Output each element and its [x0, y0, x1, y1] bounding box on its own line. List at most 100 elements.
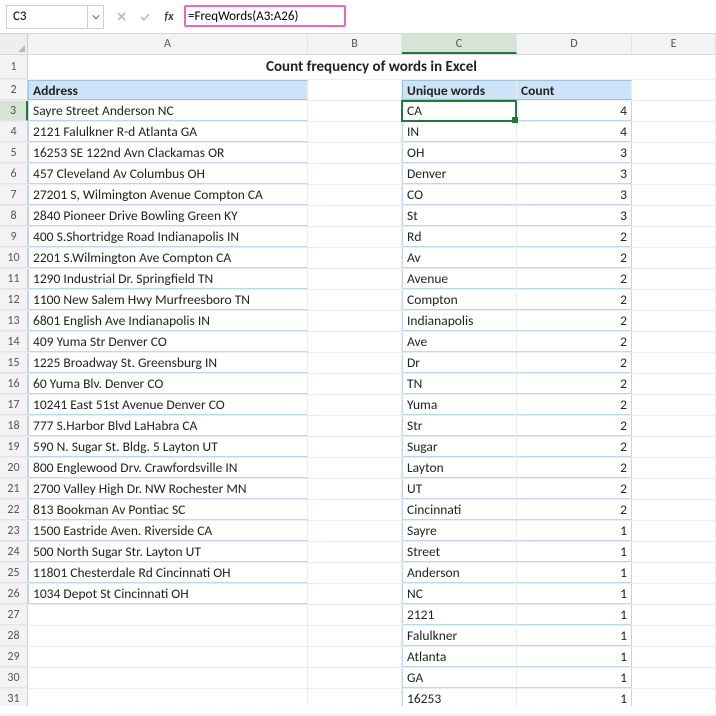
- cell[interactable]: [308, 311, 402, 331]
- row-header[interactable]: 2: [0, 80, 28, 100]
- row-header[interactable]: 29: [0, 647, 28, 667]
- col-header-E[interactable]: E: [632, 34, 716, 54]
- word-cell[interactable]: Compton: [402, 290, 517, 310]
- address-cell[interactable]: 2700 Valley High Dr. NW Rochester MN: [28, 479, 308, 499]
- address-cell[interactable]: 10241 East 51st Avenue Denver CO: [28, 395, 308, 415]
- address-cell[interactable]: 1225 Broadway St. Greensburg IN: [28, 353, 308, 373]
- row-header[interactable]: 9: [0, 227, 28, 247]
- address-cell[interactable]: [28, 668, 308, 688]
- cell[interactable]: [632, 500, 716, 520]
- cell[interactable]: [632, 647, 716, 667]
- word-cell[interactable]: Denver: [402, 164, 517, 184]
- address-cell[interactable]: 2201 S.Wilmington Ave Compton CA: [28, 248, 308, 268]
- count-cell[interactable]: 4: [517, 122, 632, 142]
- word-cell[interactable]: Sugar: [402, 437, 517, 457]
- enter-formula-button[interactable]: [134, 6, 156, 28]
- address-cell[interactable]: 27201 S, Wilmington Avenue Compton CA: [28, 185, 308, 205]
- cell[interactable]: [308, 542, 402, 562]
- col-header-C[interactable]: C: [402, 34, 517, 54]
- address-cell[interactable]: 1500 Eastride Aven. Riverside CA: [28, 521, 308, 541]
- row-header[interactable]: 22: [0, 500, 28, 520]
- word-cell[interactable]: TN: [402, 374, 517, 394]
- word-cell[interactable]: Avenue: [402, 269, 517, 289]
- row-header[interactable]: 17: [0, 395, 28, 415]
- count-cell[interactable]: 2: [517, 290, 632, 310]
- cancel-formula-button[interactable]: [110, 6, 132, 28]
- col-header-B[interactable]: B: [308, 34, 402, 54]
- word-cell[interactable]: St: [402, 206, 517, 226]
- count-cell[interactable]: 2: [517, 332, 632, 352]
- cell[interactable]: [632, 458, 716, 478]
- cell[interactable]: [308, 122, 402, 142]
- cell[interactable]: [308, 374, 402, 394]
- address-cell[interactable]: 400 S.Shortridge Road Indianapolis IN: [28, 227, 308, 247]
- word-cell[interactable]: Sayre: [402, 521, 517, 541]
- formula-input[interactable]: [184, 9, 716, 24]
- word-cell[interactable]: Indianapolis: [402, 311, 517, 331]
- cell[interactable]: [632, 248, 716, 268]
- cell[interactable]: [308, 647, 402, 667]
- count-cell[interactable]: 1: [517, 626, 632, 646]
- row-header[interactable]: 8: [0, 206, 28, 226]
- cell[interactable]: [632, 584, 716, 604]
- cell[interactable]: [308, 185, 402, 205]
- count-cell[interactable]: 1: [517, 647, 632, 667]
- cell[interactable]: [308, 458, 402, 478]
- address-cell[interactable]: [28, 605, 308, 625]
- cell[interactable]: [308, 437, 402, 457]
- word-cell[interactable]: CO: [402, 185, 517, 205]
- row-header[interactable]: 1: [0, 55, 28, 79]
- cell[interactable]: [632, 626, 716, 646]
- address-cell[interactable]: 11801 Chesterdale Rd Cincinnati OH: [28, 563, 308, 583]
- name-box[interactable]: [6, 5, 104, 29]
- cell[interactable]: [632, 290, 716, 310]
- cell[interactable]: [632, 101, 716, 121]
- count-cell[interactable]: 1: [517, 563, 632, 583]
- cell[interactable]: [308, 248, 402, 268]
- cell[interactable]: [632, 269, 716, 289]
- count-cell[interactable]: 2: [517, 227, 632, 247]
- cell[interactable]: [632, 437, 716, 457]
- address-cell[interactable]: [28, 626, 308, 646]
- word-cell[interactable]: Rd: [402, 227, 517, 247]
- count-cell[interactable]: 1: [517, 521, 632, 541]
- count-cell[interactable]: 1: [517, 605, 632, 625]
- count-cell[interactable]: 3: [517, 185, 632, 205]
- count-cell[interactable]: 2: [517, 479, 632, 499]
- cell[interactable]: [308, 500, 402, 520]
- cell[interactable]: [632, 521, 716, 541]
- cell[interactable]: [308, 563, 402, 583]
- count-cell[interactable]: 4: [517, 101, 632, 121]
- count-cell[interactable]: 2: [517, 395, 632, 415]
- cell[interactable]: [308, 143, 402, 163]
- cell[interactable]: [632, 395, 716, 415]
- address-cell[interactable]: 60 Yuma Blv. Denver CO: [28, 374, 308, 394]
- count-cell[interactable]: 1: [517, 542, 632, 562]
- count-cell[interactable]: 3: [517, 164, 632, 184]
- cell[interactable]: [632, 332, 716, 352]
- row-header[interactable]: 10: [0, 248, 28, 268]
- cell[interactable]: [632, 605, 716, 625]
- cell[interactable]: [632, 311, 716, 331]
- word-cell[interactable]: Yuma: [402, 395, 517, 415]
- row-header[interactable]: 16: [0, 374, 28, 394]
- address-cell[interactable]: 590 N. Sugar St. Bldg. 5 Layton UT: [28, 437, 308, 457]
- cell[interactable]: [632, 143, 716, 163]
- cell[interactable]: [632, 668, 716, 688]
- title-cell[interactable]: Count frequency of words in Excel: [28, 55, 716, 79]
- cell[interactable]: [308, 668, 402, 688]
- count-cell[interactable]: 2: [517, 374, 632, 394]
- word-cell[interactable]: Falulkner: [402, 626, 517, 646]
- name-box-dropdown[interactable]: [87, 6, 103, 28]
- row-header[interactable]: 13: [0, 311, 28, 331]
- cell[interactable]: [632, 80, 716, 100]
- row-header[interactable]: 5: [0, 143, 28, 163]
- cell[interactable]: [632, 416, 716, 436]
- col-header-D[interactable]: D: [517, 34, 632, 54]
- address-cell[interactable]: 800 Englewood Drv. Crawfordsville IN: [28, 458, 308, 478]
- cell[interactable]: [308, 395, 402, 415]
- row-header[interactable]: 18: [0, 416, 28, 436]
- cell[interactable]: [308, 353, 402, 373]
- cell[interactable]: [632, 374, 716, 394]
- address-cell[interactable]: 1034 Depot St Cincinnati OH: [28, 584, 308, 604]
